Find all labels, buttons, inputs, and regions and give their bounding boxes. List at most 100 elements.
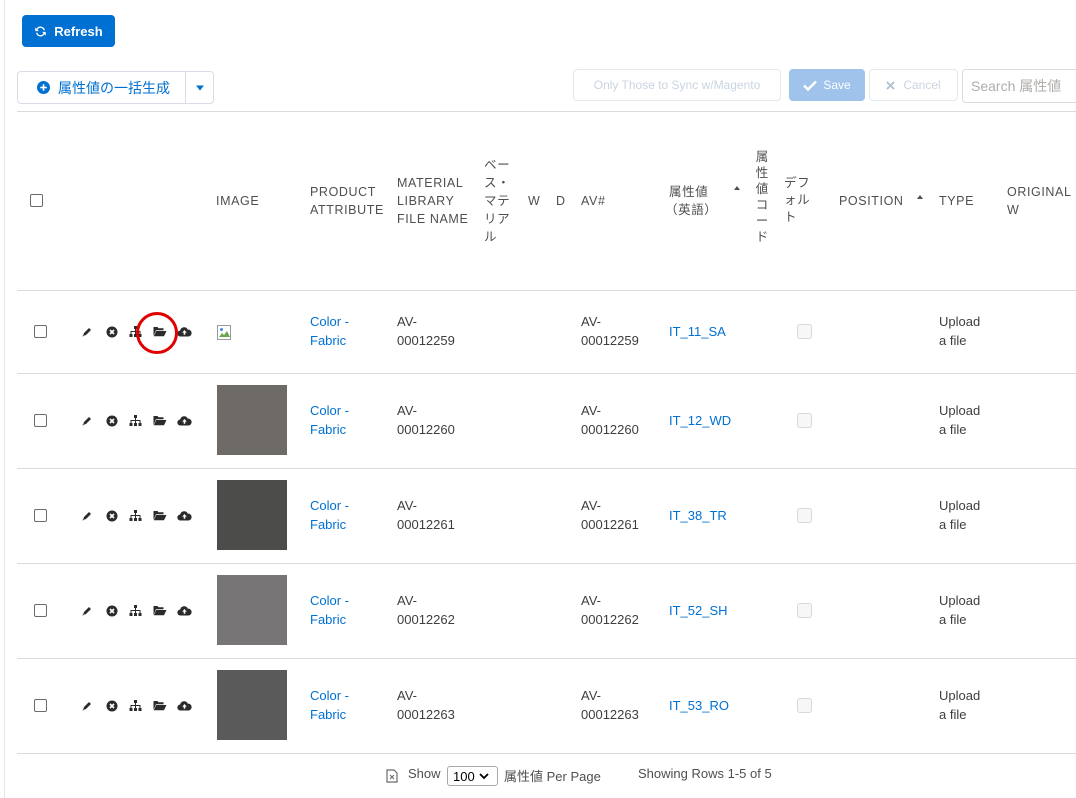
sort-arrow-icon[interactable] <box>916 194 924 202</box>
fabric-swatch-image[interactable] <box>217 670 287 740</box>
row-checkbox[interactable] <box>34 698 47 712</box>
default-checkbox[interactable] <box>797 507 812 523</box>
cloud-upload-icon[interactable] <box>177 509 192 523</box>
sort-arrow-icon[interactable] <box>733 185 741 193</box>
sync-filter-button[interactable]: Only Those to Sync w/Magento <box>573 69 781 101</box>
header-material-library-file-name[interactable]: MATERIAL LIBRARY FILE NAME <box>397 174 468 228</box>
header-av-number[interactable]: AV# <box>581 192 606 210</box>
material-library-file-name: AV- 00012263 <box>397 688 455 722</box>
type-upload-a-file[interactable]: Upload a file <box>939 591 980 629</box>
row-divider <box>17 373 1076 374</box>
type-upload-a-file[interactable]: Upload a file <box>939 312 980 350</box>
edit-pencil-icon[interactable] <box>79 414 94 428</box>
delete-circle-icon[interactable] <box>104 509 119 523</box>
search-input[interactable] <box>962 69 1076 103</box>
delete-circle-icon[interactable] <box>104 325 119 339</box>
bulk-generate-button[interactable]: 属性値の一括生成 <box>18 72 185 103</box>
show-label: Show <box>408 766 441 781</box>
attribute-value-link[interactable]: IT_53_RO <box>669 696 729 715</box>
delete-circle-icon[interactable] <box>104 414 119 428</box>
product-attribute-link[interactable]: Color - Fabric <box>310 686 349 724</box>
sync-filter-label: Only Those to Sync w/Magento <box>593 78 761 92</box>
edit-pencil-icon[interactable] <box>79 699 94 713</box>
default-checkbox[interactable] <box>797 602 812 618</box>
av-number: AV- 00012259 <box>581 314 639 348</box>
page-size-select[interactable]: 100 <box>447 766 498 786</box>
refresh-button[interactable]: Refresh <box>22 15 115 47</box>
header-position[interactable]: POSITION <box>839 192 904 210</box>
edit-pencil-icon[interactable] <box>79 325 94 339</box>
add-circle-icon <box>37 81 50 94</box>
av-number: AV- 00012261 <box>581 498 639 532</box>
row-divider <box>17 658 1076 659</box>
row-checkbox[interactable] <box>34 508 47 522</box>
cloud-upload-icon[interactable] <box>177 414 192 428</box>
type-upload-a-file[interactable]: Upload a file <box>939 496 980 534</box>
select-all-checkbox[interactable] <box>30 194 43 207</box>
cloud-upload-icon[interactable] <box>177 325 192 339</box>
product-attribute-link[interactable]: Color - Fabric <box>310 591 349 629</box>
edit-pencil-icon[interactable] <box>79 509 94 523</box>
cloud-upload-icon[interactable] <box>177 699 192 713</box>
header-type[interactable]: TYPE <box>939 192 974 210</box>
header-attribute-value-english[interactable]: 属性値 （英語） <box>665 183 717 219</box>
row-checkbox[interactable] <box>34 324 47 338</box>
default-checkbox[interactable] <box>797 697 812 713</box>
grid-top-border <box>17 111 1076 112</box>
bulk-generate-label: 属性値の一括生成 <box>58 79 170 96</box>
av-number: AV- 00012260 <box>581 403 639 437</box>
cancel-button[interactable]: Cancel <box>869 69 958 101</box>
header-image[interactable]: IMAGE <box>216 192 259 210</box>
av-number: AV- 00012263 <box>581 688 639 722</box>
hierarchy-icon[interactable] <box>128 509 143 523</box>
broken-image-icon <box>217 324 233 341</box>
attribute-value-link[interactable]: IT_38_TR <box>669 506 727 525</box>
edit-pencil-icon[interactable] <box>79 604 94 618</box>
header-base-material[interactable]: ベー ス・ マテ リア ル <box>484 156 514 246</box>
header-default[interactable]: デフ ォル ト <box>784 175 814 226</box>
attribute-value-link[interactable]: IT_11_SA <box>669 322 726 341</box>
delete-circle-icon[interactable] <box>104 699 119 713</box>
bulk-generate-dropdown-button[interactable] <box>185 72 213 103</box>
header-bottom-border <box>17 290 1076 291</box>
row-divider <box>17 468 1076 469</box>
attribute-value-link[interactable]: IT_12_WD <box>669 411 731 430</box>
header-d[interactable]: D <box>556 192 566 210</box>
default-checkbox[interactable] <box>797 323 812 339</box>
type-upload-a-file[interactable]: Upload a file <box>939 686 980 724</box>
per-page-label: 属性値 Per Page <box>504 769 601 784</box>
folder-open-icon[interactable] <box>152 509 167 523</box>
product-attribute-link[interactable]: Color - Fabric <box>310 312 349 350</box>
row-checkbox[interactable] <box>34 603 47 617</box>
folder-open-icon[interactable] <box>152 414 167 428</box>
delete-circle-icon[interactable] <box>104 604 119 618</box>
product-attribute-link[interactable]: Color - Fabric <box>310 401 349 439</box>
fabric-swatch-image[interactable] <box>217 575 287 645</box>
export-file-icon[interactable] <box>386 769 398 783</box>
save-label: Save <box>823 78 851 92</box>
header-product-attribute[interactable]: PRODUCT ATTRIBUTE <box>310 183 384 219</box>
check-icon <box>803 80 818 91</box>
folder-open-icon[interactable] <box>152 699 167 713</box>
fabric-swatch-image[interactable] <box>217 480 287 550</box>
folder-open-icon[interactable] <box>152 604 167 618</box>
fabric-swatch-image[interactable] <box>217 385 287 455</box>
cloud-upload-icon[interactable] <box>177 604 192 618</box>
header-original-w[interactable]: ORIGINAL W <box>1007 183 1072 219</box>
attribute-value-link[interactable]: IT_52_SH <box>669 601 728 620</box>
default-checkbox[interactable] <box>797 412 812 428</box>
header-w[interactable]: W <box>528 192 540 210</box>
product-attribute-link[interactable]: Color - Fabric <box>310 496 349 534</box>
type-upload-a-file[interactable]: Upload a file <box>939 401 980 439</box>
hierarchy-icon[interactable] <box>128 414 143 428</box>
material-library-file-name: AV- 00012260 <box>397 403 455 437</box>
header-attribute-code[interactable]: 属性値 コード <box>755 149 769 245</box>
caret-down-icon <box>195 85 204 90</box>
material-library-file-name: AV- 00012261 <box>397 498 455 532</box>
hierarchy-icon[interactable] <box>128 699 143 713</box>
bulk-generate-split-button: 属性値の一括生成 <box>17 71 214 104</box>
save-button[interactable]: Save <box>789 69 865 101</box>
hierarchy-icon[interactable] <box>128 604 143 618</box>
row-checkbox[interactable] <box>34 413 47 427</box>
row-divider <box>17 753 1076 754</box>
